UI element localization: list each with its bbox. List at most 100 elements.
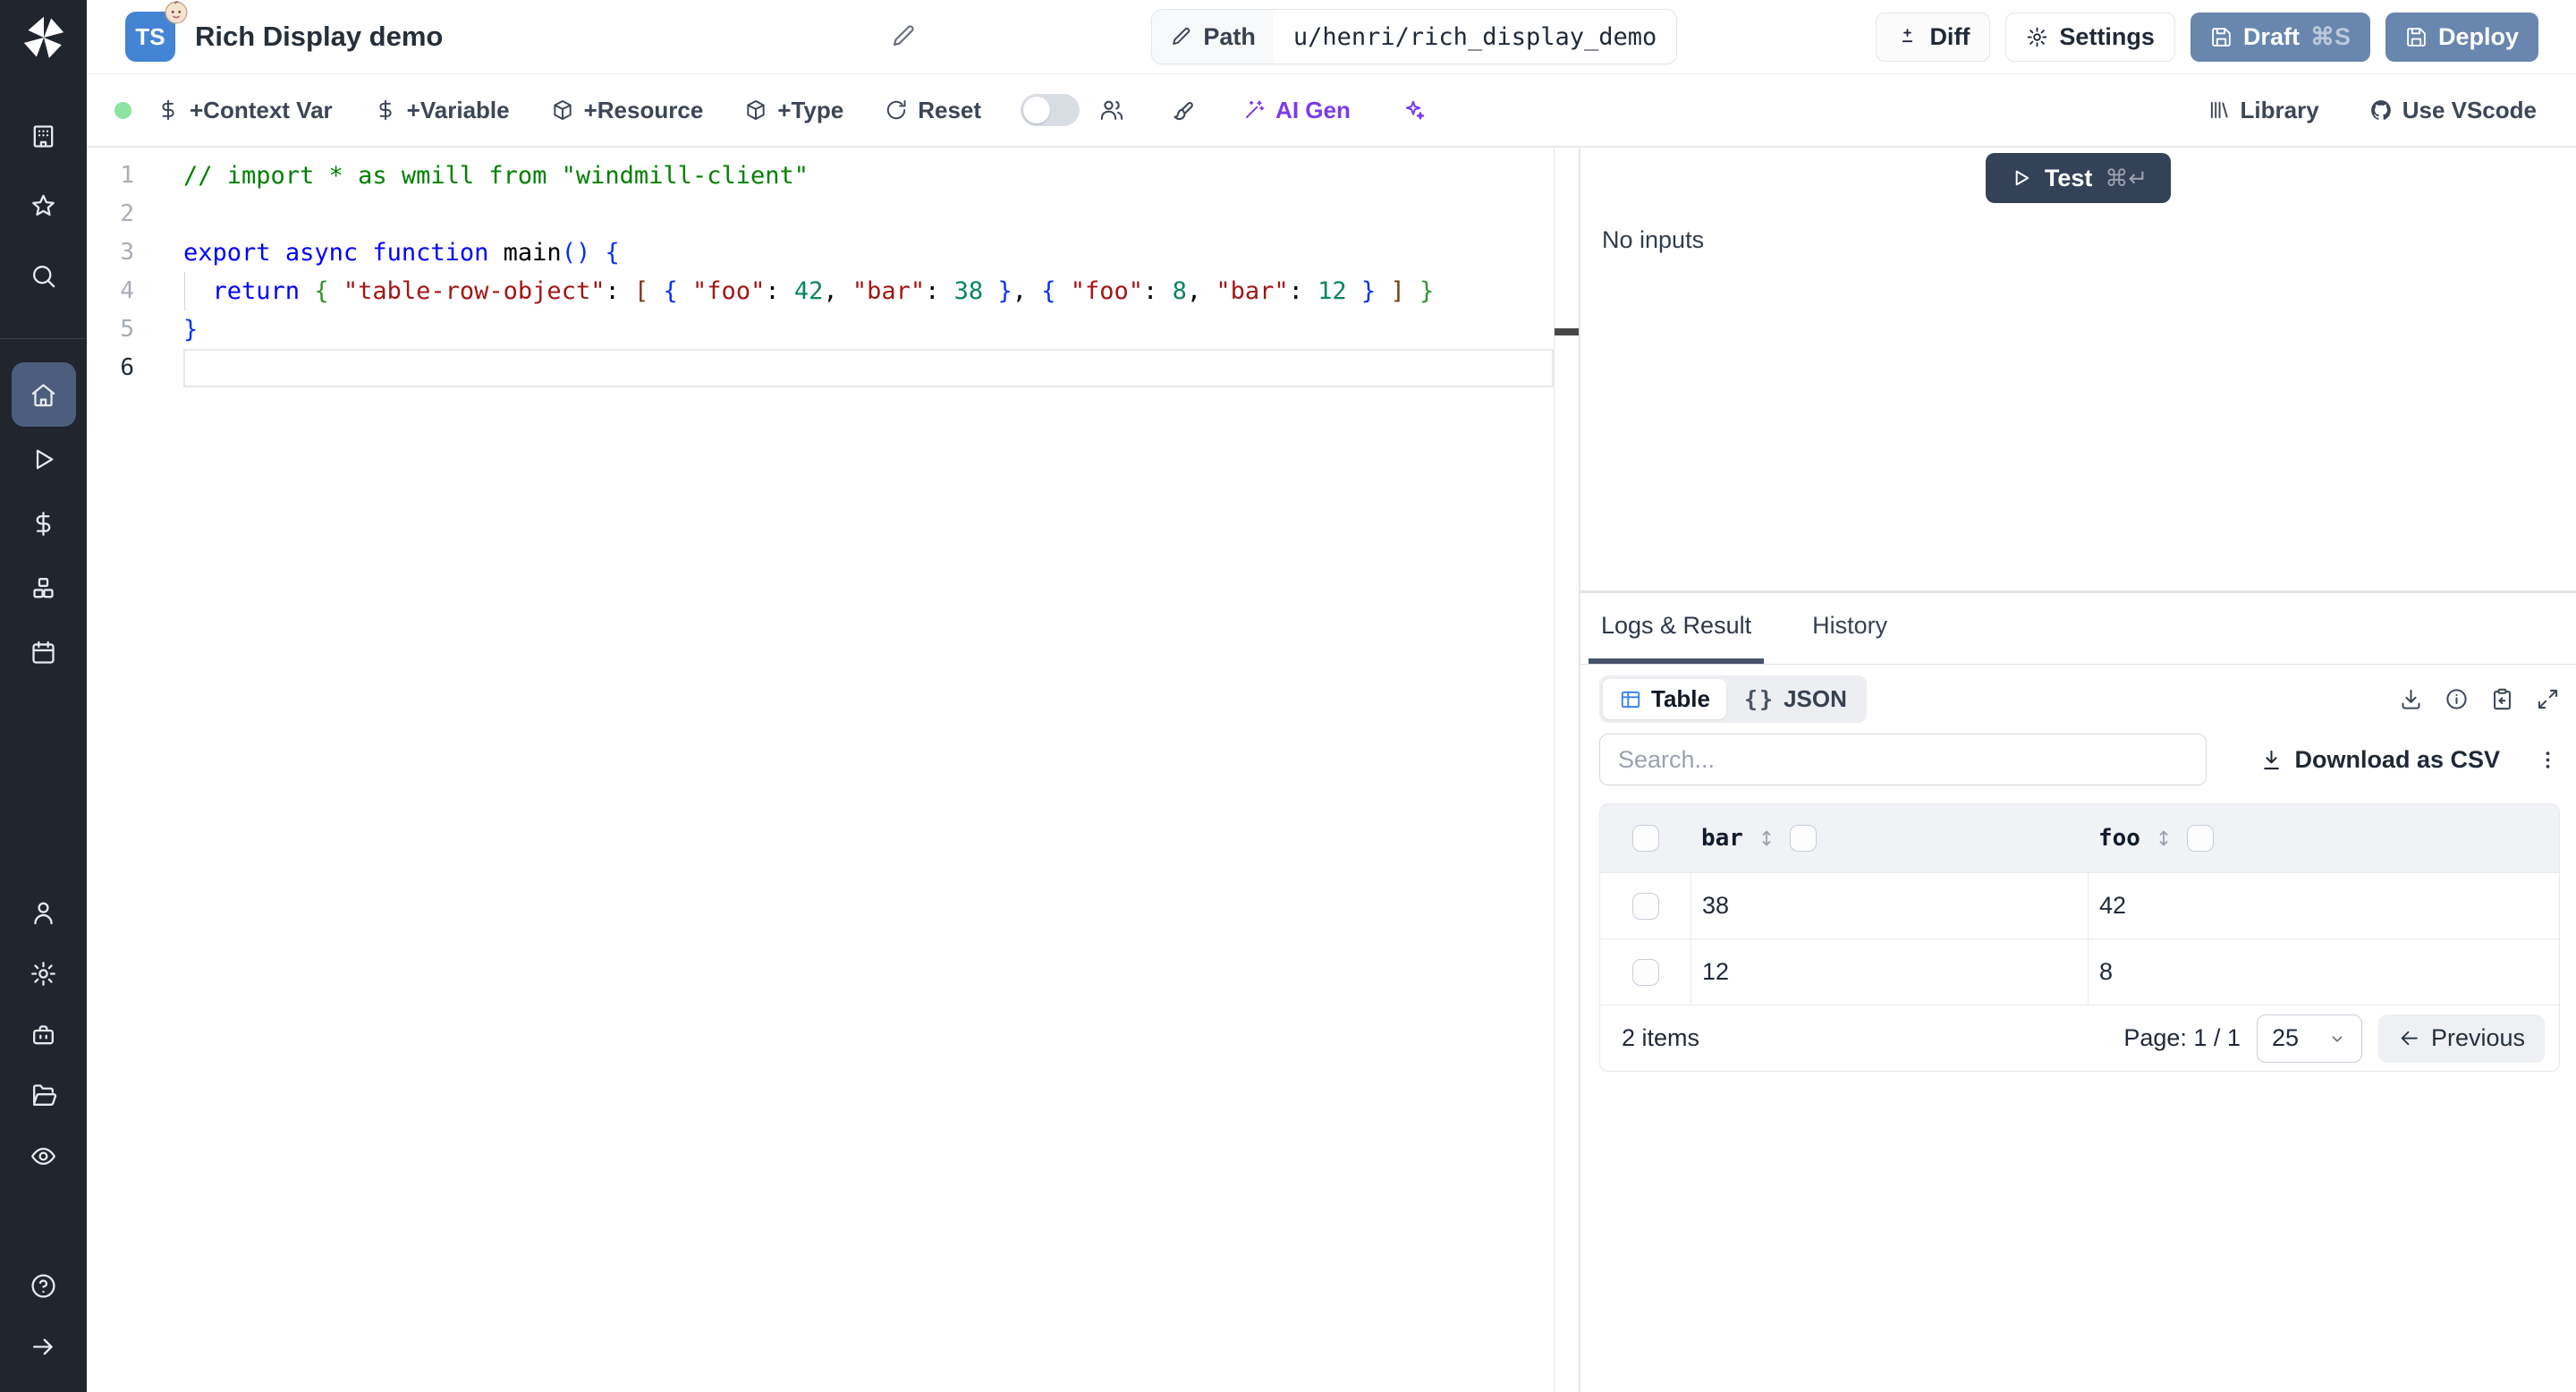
- sidebar-item-folders[interactable]: [12, 1065, 76, 1125]
- row-select-cell: [1600, 892, 1690, 920]
- dollar-icon: [30, 510, 57, 538]
- expand-result-icon[interactable]: [2536, 687, 2560, 711]
- sidebar-item-favorites[interactable]: [12, 174, 76, 238]
- download-csv-button[interactable]: Download as CSV: [2259, 746, 2500, 774]
- code-line-5[interactable]: }: [183, 310, 1554, 349]
- test-button[interactable]: Test ⌘↵: [1985, 153, 2172, 203]
- app-sidebar: [0, 0, 87, 1392]
- sidebar-item-workers[interactable]: [12, 1004, 76, 1065]
- cell-value: 38: [1702, 892, 1730, 919]
- download-result-icon[interactable]: [2399, 687, 2423, 711]
- result-table-header: bar foo: [1600, 804, 2559, 872]
- settings-button[interactable]: Settings: [2005, 12, 2175, 62]
- help-icon: [30, 1272, 57, 1300]
- sidebar-item-help[interactable]: [12, 1255, 76, 1316]
- library-button[interactable]: Library: [2207, 97, 2319, 124]
- sidebar-item-home[interactable]: [11, 362, 76, 427]
- overview-ruler[interactable]: [1554, 148, 1579, 1392]
- code-line-1[interactable]: // import * as wmill from "windmill-clie…: [183, 157, 1554, 195]
- diff-button[interactable]: Diff: [1876, 12, 1991, 62]
- sidebar-item-variables[interactable]: [12, 491, 76, 556]
- package-icon: [551, 98, 574, 122]
- tab-history[interactable]: History: [1800, 593, 1900, 664]
- draft-button[interactable]: Draft ⌘S: [2190, 12, 2370, 62]
- path-label-section[interactable]: Path: [1152, 10, 1274, 64]
- diff-mode-toggle[interactable]: [1021, 94, 1080, 126]
- sidebar-item-audit-logs[interactable]: [12, 1125, 76, 1186]
- code-line-4[interactable]: return { "table-row-object": [ { "foo": …: [183, 272, 1554, 310]
- line-number-gutter: 1 2 3 4 5 6: [87, 148, 183, 1392]
- ai-gen-button[interactable]: AI Gen: [1242, 97, 1351, 124]
- previous-page-button[interactable]: Previous: [2377, 1014, 2545, 1063]
- add-variable-button[interactable]: +Variable: [374, 97, 510, 124]
- sort-updown-icon[interactable]: [2153, 828, 2174, 849]
- code-line-3[interactable]: export async function main() {: [183, 233, 1554, 272]
- path-label: Path: [1203, 22, 1256, 50]
- add-context-var-label: +Context Var: [190, 96, 333, 123]
- edit-title-pencil-icon[interactable]: [890, 23, 917, 50]
- use-vscode-button[interactable]: Use VScode: [2369, 97, 2537, 124]
- row-checkbox[interactable]: [1631, 958, 1659, 986]
- row-checkbox[interactable]: [1631, 892, 1659, 920]
- previous-label: Previous: [2430, 1024, 2525, 1051]
- paintbrush-icon[interactable]: [1171, 98, 1196, 123]
- script-path-control[interactable]: Path u/henri/rich_display_demo: [1151, 9, 1678, 64]
- sort-updown-icon[interactable]: [1756, 828, 1777, 849]
- rotate-icon: [885, 98, 908, 122]
- line-number: 1: [120, 162, 134, 189]
- building-icon: [30, 123, 57, 150]
- sidebar-item-schedules[interactable]: [12, 620, 76, 684]
- column-checkbox[interactable]: [1789, 825, 1817, 852]
- table-search-input[interactable]: [1599, 734, 2207, 785]
- deploy-label: Deploy: [2437, 22, 2519, 50]
- table-row[interactable]: 12 8: [1600, 938, 2559, 1005]
- sidebar-item-settings[interactable]: [12, 943, 76, 1004]
- boxes-icon: [30, 574, 57, 602]
- view-mode-segmented-control: Table {} JSON: [1599, 675, 1867, 723]
- code-line-2[interactable]: [183, 195, 1554, 233]
- sidebar-item-workspace[interactable]: [12, 104, 76, 168]
- items-count: 2 items: [1622, 1024, 1700, 1051]
- table-menu-kebab-icon[interactable]: [2536, 748, 2560, 772]
- table-row[interactable]: 38 42: [1600, 872, 2559, 938]
- info-icon[interactable]: [2445, 687, 2469, 711]
- sidebar-bottom-group: [0, 882, 87, 1186]
- view-table-button[interactable]: Table: [1603, 679, 1726, 719]
- test-run-area: Test ⌘↵ No inputs: [1580, 148, 2576, 593]
- code-line-6[interactable]: [183, 349, 1554, 387]
- sidebar-item-user[interactable]: [12, 882, 76, 943]
- page-title: Rich Display demo: [195, 21, 444, 52]
- sidebar-item-search[interactable]: [12, 243, 76, 308]
- editor-toolbar: +Context Var +Variable +Resource +Type R…: [87, 74, 2576, 148]
- library-label: Library: [2240, 96, 2319, 123]
- arrow-left-icon: [2398, 1027, 2420, 1049]
- download-icon: [2259, 748, 2284, 772]
- select-all-checkbox[interactable]: [1631, 825, 1659, 852]
- sidebar-item-resources[interactable]: [12, 556, 76, 620]
- add-resource-button[interactable]: +Resource: [551, 97, 703, 124]
- copy-to-clipboard-icon[interactable]: [2490, 687, 2514, 711]
- tab-logs-result[interactable]: Logs & Result: [1589, 593, 1765, 664]
- users-icon[interactable]: [1099, 98, 1124, 123]
- code-area[interactable]: // import * as wmill from "windmill-clie…: [183, 148, 1554, 1392]
- add-context-var-button[interactable]: +Context Var: [157, 97, 333, 124]
- arrow-right-icon: [30, 1333, 57, 1361]
- column-checkbox[interactable]: [2186, 825, 2214, 852]
- reset-button[interactable]: Reset: [885, 97, 981, 124]
- windmill-logo[interactable]: [19, 13, 69, 63]
- code-editor[interactable]: 1 2 3 4 5 6 // import * as wmill from "windmi…: [87, 148, 1579, 1392]
- draft-label: Draft: [2242, 22, 2300, 50]
- deploy-button[interactable]: Deploy: [2385, 12, 2538, 62]
- column-label: foo: [2098, 825, 2140, 852]
- page-size-select[interactable]: 25: [2256, 1014, 2362, 1063]
- sidebar-footer-group: [0, 1255, 87, 1377]
- sparkles-icon[interactable]: [1401, 98, 1426, 123]
- no-inputs-text: No inputs: [1602, 226, 1705, 253]
- sidebar-item-expand[interactable]: [12, 1316, 76, 1377]
- diff-label: Diff: [1929, 22, 1970, 50]
- view-json-label: JSON: [1784, 685, 1847, 712]
- toggle-knob: [1023, 97, 1051, 123]
- add-type-button[interactable]: +Type: [744, 97, 843, 124]
- view-json-button[interactable]: {} JSON: [1728, 679, 1863, 719]
- sidebar-item-runs[interactable]: [12, 427, 76, 491]
